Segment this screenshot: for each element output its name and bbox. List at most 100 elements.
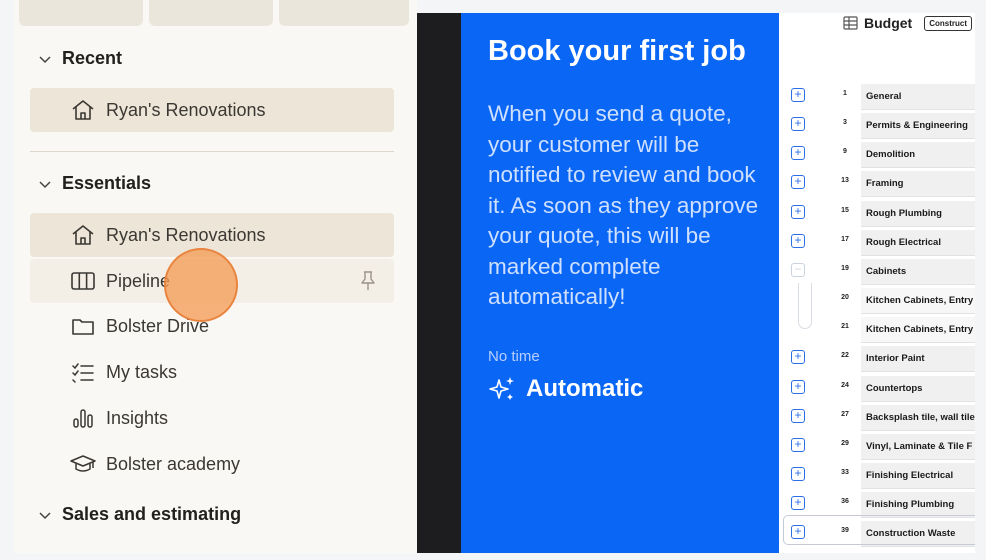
info-panel-title: Book your first job bbox=[488, 35, 746, 67]
budget-row[interactable]: +29 Vinyl, Laminate & Tile F bbox=[779, 431, 975, 460]
row-name: General bbox=[861, 84, 975, 110]
row-number: 19 bbox=[841, 264, 849, 272]
time-label: No time bbox=[488, 348, 540, 365]
row-name: Kitchen Cabinets, Entry bbox=[861, 288, 975, 315]
folder-icon bbox=[72, 319, 94, 335]
expand-icon[interactable]: + bbox=[791, 175, 805, 190]
recent-section-toggle[interactable]: Recent bbox=[38, 48, 122, 69]
info-panel-body: When you send a quote, your customer wil… bbox=[488, 101, 759, 309]
row-name: Demolition bbox=[861, 142, 975, 169]
sidebar-item-bolster-academy[interactable]: Bolster academy bbox=[30, 442, 394, 486]
sales-heading: Sales and estimating bbox=[62, 504, 242, 524]
row-number: 20 bbox=[841, 294, 849, 302]
row-name: Vinyl, Laminate & Tile F bbox=[861, 433, 975, 460]
sidebar-item-my-tasks[interactable]: My tasks bbox=[30, 350, 394, 394]
expand-icon[interactable]: + bbox=[791, 408, 805, 423]
row-number: 33 bbox=[841, 468, 849, 476]
budget-row[interactable]: +36 Finishing Plumbing bbox=[779, 489, 975, 519]
top-tab-1[interactable] bbox=[19, 0, 143, 26]
top-tab-3[interactable] bbox=[279, 0, 409, 26]
sidebar-item-insights[interactable]: Insights bbox=[30, 396, 394, 440]
sidebar-item-label: Bolster academy bbox=[106, 453, 241, 474]
row-number: 24 bbox=[841, 381, 849, 389]
row-name: Permits & Engineering bbox=[861, 113, 975, 140]
budget-row[interactable]: +1 General bbox=[779, 81, 975, 110]
budget-row[interactable]: +33 Finishing Electrical bbox=[779, 460, 975, 489]
budget-row[interactable]: +27 Backsplash tile, wall tile bbox=[779, 402, 975, 431]
columns-icon bbox=[71, 272, 95, 290]
sparkle-icon bbox=[489, 377, 514, 400]
row-number: 21 bbox=[841, 323, 849, 331]
expand-icon[interactable]: + bbox=[791, 146, 805, 161]
house-icon bbox=[72, 225, 94, 245]
row-number: 29 bbox=[841, 439, 849, 447]
budget-type-select[interactable]: Construct bbox=[924, 15, 972, 31]
budget-row[interactable]: +3 Permits & Engineering bbox=[779, 110, 975, 140]
budget-row[interactable]: +24 Countertops bbox=[779, 373, 975, 402]
top-tab-2[interactable] bbox=[149, 0, 273, 26]
row-number: 15 bbox=[841, 206, 849, 214]
chevron-down-icon bbox=[39, 180, 51, 188]
expand-icon[interactable]: + bbox=[791, 437, 805, 452]
click-indicator bbox=[164, 248, 238, 322]
bar-chart-icon bbox=[73, 409, 93, 428]
expand-icon[interactable]: + bbox=[791, 233, 805, 248]
budget-row[interactable]: +9 Demolition bbox=[779, 139, 975, 169]
pin-icon[interactable] bbox=[358, 270, 378, 292]
row-number: 22 bbox=[841, 352, 849, 360]
budget-panel: Budget Construct +1 General +3 Permits & En… bbox=[779, 13, 975, 553]
recent-item-ryans-renovations[interactable]: Ryan's Renovations bbox=[30, 88, 394, 132]
expand-icon[interactable]: + bbox=[791, 496, 805, 511]
essentials-heading: Essentials bbox=[62, 173, 152, 193]
section-divider bbox=[30, 151, 394, 152]
row-focus-outline bbox=[783, 515, 975, 545]
sidebar-item-label: Pipeline bbox=[106, 270, 171, 291]
collapse-icon[interactable]: − bbox=[791, 262, 805, 277]
sidebar-item-label: My tasks bbox=[106, 361, 178, 382]
row-name: Countertops bbox=[861, 375, 975, 402]
budget-row[interactable]: +22 Interior Paint bbox=[779, 343, 975, 373]
row-number: 17 bbox=[841, 235, 849, 243]
row-number: 3 bbox=[843, 119, 847, 127]
expand-icon[interactable]: + bbox=[791, 379, 805, 394]
expand-icon[interactable]: + bbox=[791, 204, 805, 219]
chevron-down-icon bbox=[39, 511, 51, 519]
expand-icon[interactable]: + bbox=[791, 117, 805, 132]
sidebar: Recent Ryan's Renovations Essentials Rya… bbox=[14, 0, 417, 553]
row-number: 9 bbox=[843, 148, 847, 156]
expand-icon[interactable]: + bbox=[791, 350, 805, 365]
row-name: Cabinets bbox=[861, 258, 975, 285]
budget-row[interactable]: − 19 Cabinets bbox=[779, 256, 975, 285]
sales-section-toggle[interactable]: Sales and estimating bbox=[38, 504, 241, 525]
budget-title: Budget bbox=[864, 15, 913, 31]
row-name: Finishing Electrical bbox=[861, 462, 975, 489]
row-number: 1 bbox=[843, 90, 847, 97]
expand-icon[interactable]: + bbox=[791, 466, 805, 481]
row-name: Rough Electrical bbox=[861, 229, 975, 256]
budget-header: Budget Construct bbox=[843, 15, 972, 31]
house-icon bbox=[72, 100, 94, 120]
row-number: 36 bbox=[841, 498, 849, 506]
checklist-icon bbox=[72, 363, 94, 383]
graduation-cap-icon bbox=[70, 455, 96, 472]
essentials-section-toggle[interactable]: Essentials bbox=[38, 173, 151, 194]
row-name: Backsplash tile, wall tile bbox=[861, 404, 975, 431]
sidebar-item-label: Ryan's Renovations bbox=[106, 224, 266, 245]
row-number: 27 bbox=[841, 410, 849, 418]
budget-row[interactable]: +15 Rough Plumbing bbox=[779, 198, 975, 227]
budget-row[interactable]: +17 Rough Electrical bbox=[779, 227, 975, 256]
row-name: Rough Plumbing bbox=[861, 200, 975, 227]
row-name: Framing bbox=[861, 171, 975, 198]
expand-icon[interactable]: + bbox=[791, 88, 805, 102]
automatic-indicator: Automatic bbox=[488, 375, 643, 403]
table-icon bbox=[843, 16, 858, 30]
group-bracket bbox=[798, 283, 812, 329]
row-name: Kitchen Cabinets, Entry bbox=[861, 317, 975, 344]
budget-row[interactable]: +13 Framing bbox=[779, 168, 975, 198]
top-tab-strip bbox=[14, 0, 417, 26]
sidebar-item-label: Insights bbox=[106, 407, 169, 428]
panel-edge bbox=[417, 13, 461, 553]
row-name: Interior Paint bbox=[861, 346, 975, 373]
info-panel: Book your first job When you send a quot… bbox=[461, 13, 779, 553]
recent-heading: Recent bbox=[62, 48, 123, 68]
